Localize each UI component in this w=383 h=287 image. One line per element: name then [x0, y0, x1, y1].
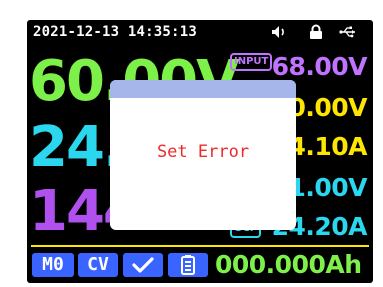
lock-icon: [310, 24, 322, 39]
dialog-header: [110, 80, 296, 98]
input-voltage: 68.00V: [271, 52, 368, 81]
speaker-icon: [272, 26, 284, 38]
dialog-message: Set Error: [156, 142, 250, 162]
usb-icon: [339, 26, 355, 38]
battery-icon: [181, 255, 195, 275]
ovp-value: 1.00V: [288, 173, 367, 202]
set-voltage: 0.00V: [288, 93, 367, 122]
memory-button[interactable]: M0: [32, 253, 74, 277]
status-datetime: 2021-12-13 14:35:13: [33, 24, 197, 40]
output-on-button[interactable]: [123, 253, 163, 277]
error-dialog: Set Error: [110, 80, 296, 230]
battery-button[interactable]: [168, 253, 208, 277]
divider-line: [31, 245, 369, 247]
output-current-main: 24.: [29, 115, 124, 180]
power-supply-screen: 2021-12-13 14:35:13 60.00V 24. 144 INPUT…: [27, 20, 373, 283]
mode-button[interactable]: CV: [78, 253, 118, 277]
energy-counter: 000.000Ah: [215, 250, 362, 279]
input-tag: INPUT: [230, 53, 273, 71]
checkmark-icon: [132, 257, 154, 273]
set-current: 4.10A: [288, 132, 367, 161]
device-photo-frame: 2021-12-13 14:35:13 60.00V 24. 144 INPUT…: [0, 0, 383, 287]
